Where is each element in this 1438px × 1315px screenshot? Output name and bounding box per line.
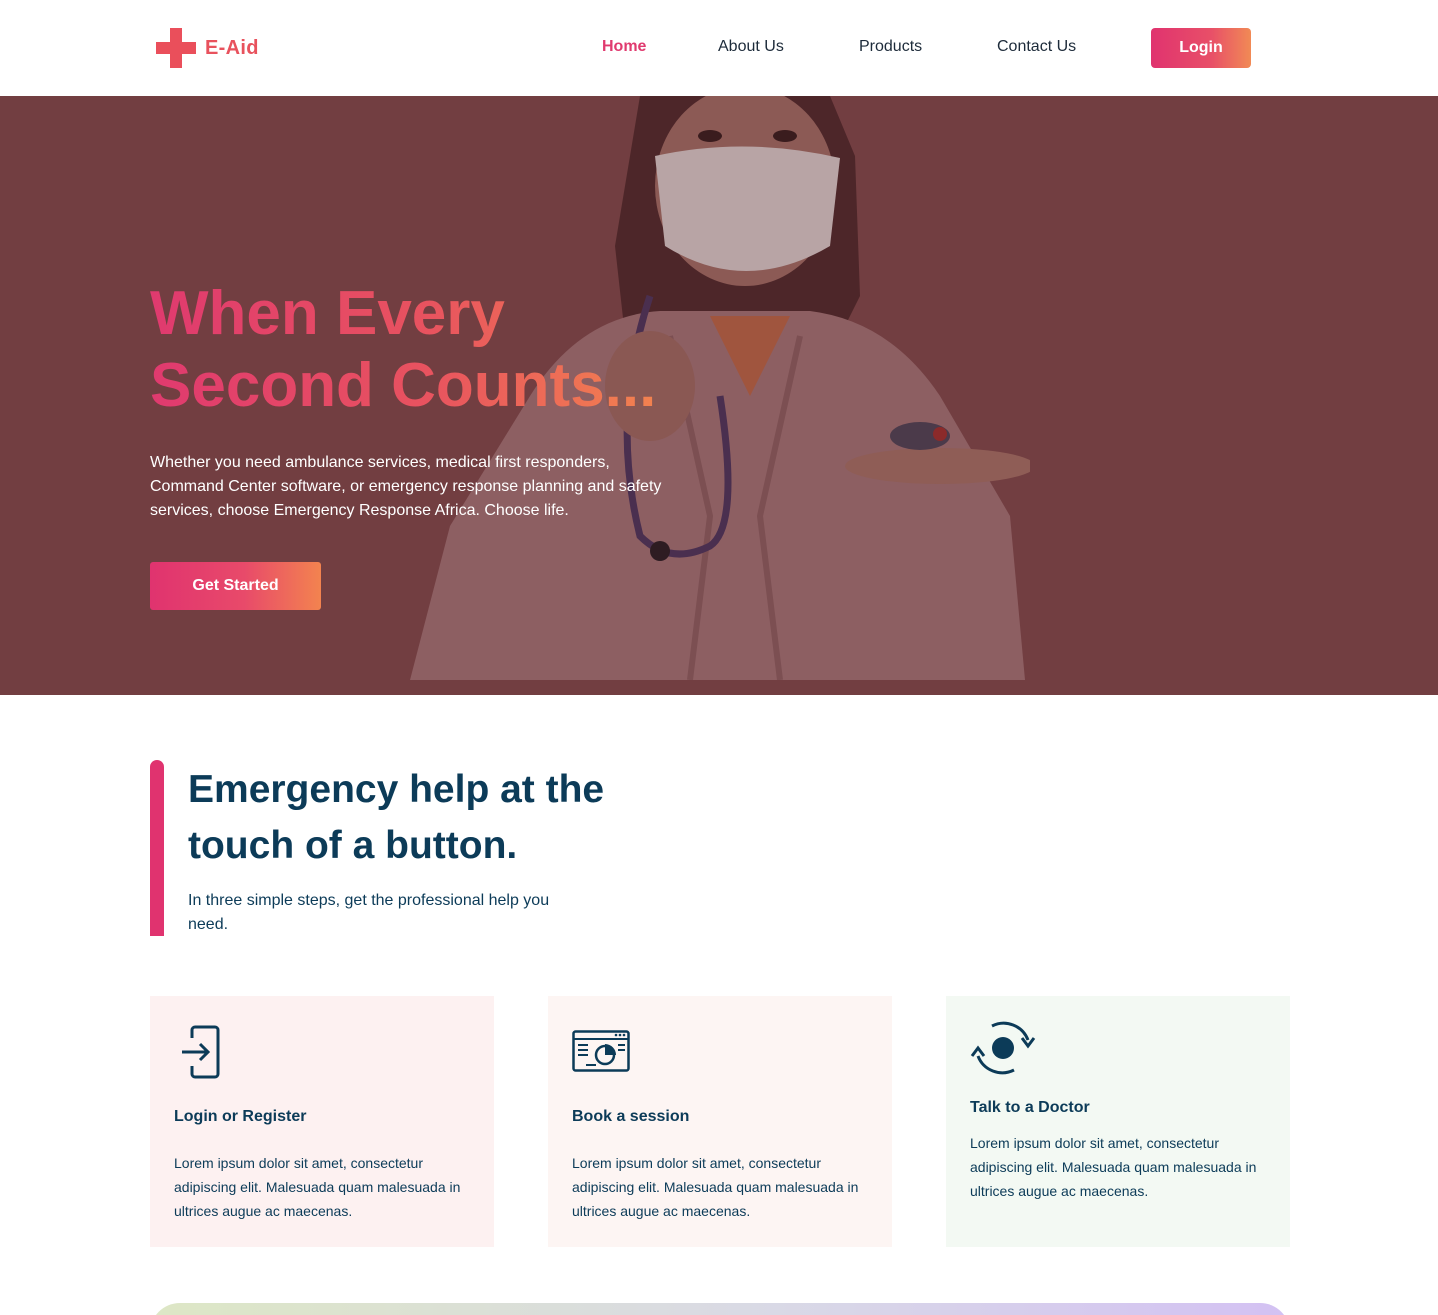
card-title: Book a session bbox=[572, 1108, 690, 1125]
card-text: Lorem ipsum dolor sit amet, consectetur … bbox=[572, 1155, 859, 1219]
card-text: Lorem ipsum dolor sit amet, consectetur … bbox=[174, 1155, 461, 1219]
booking-dashboard-icon bbox=[572, 1030, 630, 1072]
section-subtitle: In three simple steps, get the professio… bbox=[188, 892, 550, 933]
hero-description: Whether you need ambulance services, med… bbox=[150, 454, 662, 519]
nav-contact-us[interactable]: Contact Us bbox=[997, 38, 1076, 56]
hero-title-line-1: When Every bbox=[150, 279, 505, 348]
step-card-login: Login or Register Lorem ipsum dolor sit … bbox=[150, 996, 494, 1247]
card-title: Login or Register bbox=[174, 1108, 307, 1125]
hero-title-line-2: Second Counts... bbox=[150, 351, 657, 420]
login-icon bbox=[182, 1025, 220, 1079]
card-text: Lorem ipsum dolor sit amet, consectetur … bbox=[970, 1135, 1257, 1199]
nav-products[interactable]: Products bbox=[859, 38, 922, 56]
bottom-banner bbox=[150, 1303, 1290, 1315]
medical-cross-icon bbox=[156, 28, 196, 68]
sync-icon bbox=[970, 1021, 1036, 1075]
site-header: E-Aid Home About Us Products Contact Us … bbox=[0, 0, 1438, 96]
brand-logo[interactable]: E-Aid bbox=[156, 28, 259, 68]
card-title: Talk to a Doctor bbox=[970, 1099, 1090, 1116]
login-button[interactable]: Login bbox=[1151, 28, 1251, 68]
section-title: Emergency help at the touch of a button. bbox=[188, 768, 605, 867]
hero-section: When Every Second Counts... Whether you … bbox=[0, 96, 1438, 695]
section-accent-bar bbox=[150, 760, 164, 936]
nav-home[interactable]: Home bbox=[602, 38, 646, 56]
brand-name: E-Aid bbox=[205, 36, 259, 59]
step-card-doctor: Talk to a Doctor Lorem ipsum dolor sit a… bbox=[946, 996, 1290, 1247]
get-started-button[interactable]: Get Started bbox=[150, 562, 321, 610]
hero-title: When Every Second Counts... bbox=[150, 278, 656, 422]
step-card-book: Book a session Lorem ipsum dolor sit ame… bbox=[548, 996, 892, 1247]
nav-about-us[interactable]: About Us bbox=[718, 38, 784, 56]
